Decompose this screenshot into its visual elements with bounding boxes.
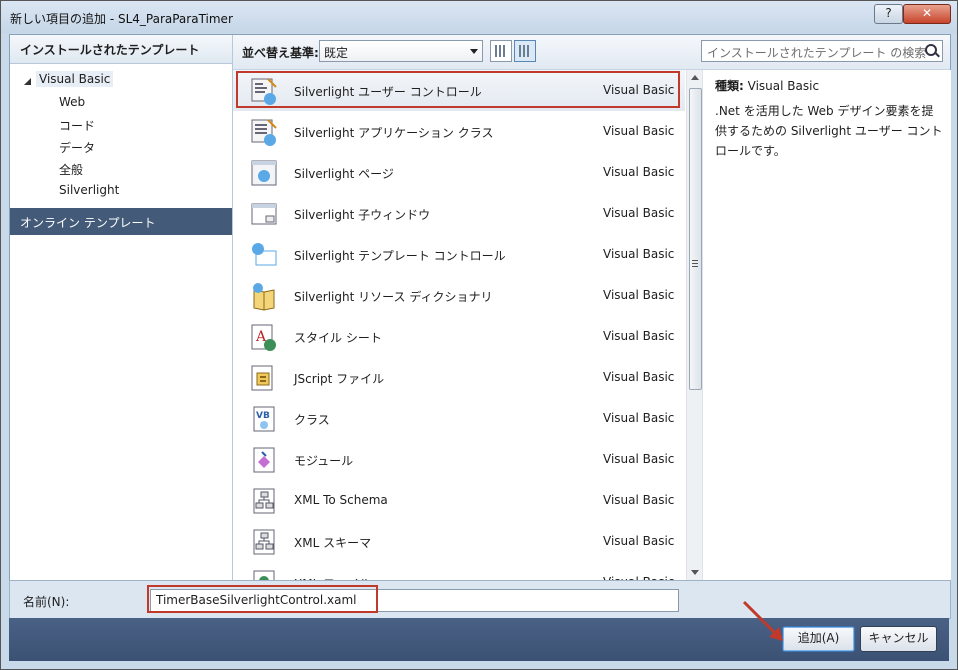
template-category-pane: インストールされたテンプレート Visual Basic Web コード データ…: [10, 35, 233, 580]
details-view-button[interactable]: [514, 40, 536, 62]
installed-templates-header[interactable]: インストールされたテンプレート: [10, 35, 232, 64]
grid-icon: [495, 45, 507, 57]
template-language: Visual Basic: [603, 329, 675, 343]
template-row[interactable]: Silverlight ページ Visual Basic: [233, 152, 685, 193]
add-button[interactable]: 追加(A): [782, 626, 855, 652]
add-new-item-dialog: 新しい項目の追加 - SL4_ParaParaTimer ? ✕ インストールさ…: [0, 0, 958, 670]
svg-text:VB: VB: [256, 411, 270, 421]
template-language: Visual Basic: [603, 411, 675, 425]
template-details-pane: 種類: Visual Basic .Net を活用した Web デザイン要素を提…: [702, 70, 951, 580]
xml-schema-icon: [248, 485, 280, 517]
template-language: Visual Basic: [603, 124, 675, 138]
scroll-thumb[interactable]: [689, 88, 702, 390]
xml-file-icon: [248, 567, 280, 580]
template-row[interactable]: XML ファイルVisual Basic: [233, 562, 685, 580]
template-control-icon: [248, 239, 280, 271]
search-icon[interactable]: [925, 44, 937, 56]
page-icon: [248, 157, 280, 189]
scroll-grip-icon: [692, 260, 698, 268]
name-highlight-box: [147, 585, 378, 613]
medium-icons-view-button[interactable]: [490, 40, 512, 62]
name-label: 名前(N):: [23, 595, 70, 609]
help-button[interactable]: ?: [874, 4, 903, 24]
template-row[interactable]: Silverlight アプリケーション クラス Visual Basic: [233, 111, 685, 152]
template-language: Visual Basic: [603, 247, 675, 261]
template-row[interactable]: XML To Schema Visual Basic: [233, 480, 685, 521]
template-row[interactable]: モジュール Visual Basic: [233, 439, 685, 480]
selection-highlight-box: [236, 71, 680, 108]
button-bar: 追加(A) キャンセル: [9, 618, 949, 661]
template-row[interactable]: Silverlight テンプレート コントロール Visual Basic: [233, 234, 685, 275]
template-name: XML To Schema: [294, 493, 388, 507]
jscript-icon: [248, 362, 280, 394]
close-button[interactable]: ✕: [903, 4, 951, 24]
cancel-button[interactable]: キャンセル: [860, 626, 937, 652]
template-name: JScript ファイル: [294, 372, 385, 386]
template-description: .Net を活用した Web デザイン要素を提供するための Silverligh…: [715, 104, 943, 158]
template-name: スタイル シート: [294, 331, 382, 345]
tree-expander-icon[interactable]: [24, 75, 32, 89]
template-name: Silverlight リソース ディクショナリ: [294, 290, 493, 304]
template-name: Silverlight 子ウィンドウ: [294, 208, 431, 222]
template-name: クラス: [294, 413, 330, 427]
sort-dropdown[interactable]: 既定: [319, 40, 483, 62]
template-language: Visual Basic: [603, 165, 675, 179]
template-language: Visual Basic: [603, 493, 675, 507]
template-language: Visual Basic: [603, 288, 675, 302]
dialog-body: インストールされたテンプレート Visual Basic Web コード データ…: [9, 34, 951, 581]
scroll-down-icon[interactable]: [691, 570, 699, 575]
template-name: XML スキーマ: [294, 536, 372, 550]
template-language: Visual Basic: [603, 534, 675, 548]
window-title: 新しい項目の追加 - SL4_ParaParaTimer: [10, 12, 233, 26]
module-icon: [248, 444, 280, 476]
template-kind: 種類: Visual Basic: [715, 77, 819, 94]
scroll-up-icon[interactable]: [691, 75, 699, 80]
template-row[interactable]: XML スキーマ Visual Basic: [233, 521, 685, 562]
kind-value: Visual Basic: [747, 79, 820, 93]
title-bar: 新しい項目の追加 - SL4_ParaParaTimer ? ✕: [1, 1, 957, 33]
tree-item-code[interactable]: コード: [59, 117, 95, 134]
template-name: Silverlight アプリケーション クラス: [294, 126, 494, 140]
template-row[interactable]: Silverlight リソース ディクショナリ Visual Basic: [233, 275, 685, 316]
template-list: Silverlight ユーザー コントロール Visual Basic Silve…: [233, 70, 685, 580]
sort-value: 既定: [324, 46, 349, 60]
child-window-icon: [248, 198, 280, 230]
xml-schema-icon: [248, 526, 280, 558]
template-row[interactable]: JScript ファイル Visual Basic: [233, 357, 685, 398]
tree-item-web[interactable]: Web: [59, 95, 85, 109]
kind-label: 種類:: [715, 79, 744, 93]
template-toolbar: 並べ替え基準: 既定 インストールされたテンプレート の検索: [233, 35, 950, 70]
app-class-icon: [248, 116, 280, 148]
template-list-scrollbar[interactable]: [686, 70, 703, 580]
template-name: Silverlight ページ: [294, 167, 394, 181]
search-placeholder: インストールされたテンプレート の検索: [707, 46, 927, 60]
red-arrow-annotation: [742, 600, 783, 641]
template-row[interactable]: Silverlight 子ウィンドウ Visual Basic: [233, 193, 685, 234]
list-icon: [519, 45, 531, 57]
online-templates-label: オンライン テンプレート: [20, 216, 156, 230]
template-name: Silverlight テンプレート コントロール: [294, 249, 506, 263]
tree-item-data[interactable]: データ: [59, 139, 95, 156]
tree-item-general[interactable]: 全般: [59, 161, 83, 178]
template-name: モジュール: [294, 454, 354, 468]
chevron-down-icon: [470, 49, 478, 54]
template-row[interactable]: A スタイル シート Visual Basic: [233, 316, 685, 357]
tree-item-silverlight[interactable]: Silverlight: [59, 183, 119, 197]
template-language: Visual Basic: [603, 370, 675, 384]
installed-templates-label: インストールされたテンプレート: [20, 43, 200, 57]
style-sheet-icon: A: [248, 321, 280, 353]
template-row[interactable]: Silverlight ユーザー コントロール Visual Basic: [233, 70, 685, 111]
template-row[interactable]: VB クラス Visual Basic: [233, 398, 685, 439]
template-language: Visual Basic: [603, 206, 675, 220]
template-language: Visual Basic: [603, 452, 675, 466]
tree-item-label: Visual Basic: [36, 71, 114, 87]
class-icon: VB: [248, 403, 280, 435]
resource-dictionary-icon: [248, 280, 280, 312]
template-search-input[interactable]: インストールされたテンプレート の検索: [701, 40, 943, 62]
sort-label: 並べ替え基準:: [242, 46, 319, 60]
tree-item-visual-basic[interactable]: Visual Basic: [36, 71, 114, 87]
online-templates-header[interactable]: オンライン テンプレート: [10, 208, 232, 235]
